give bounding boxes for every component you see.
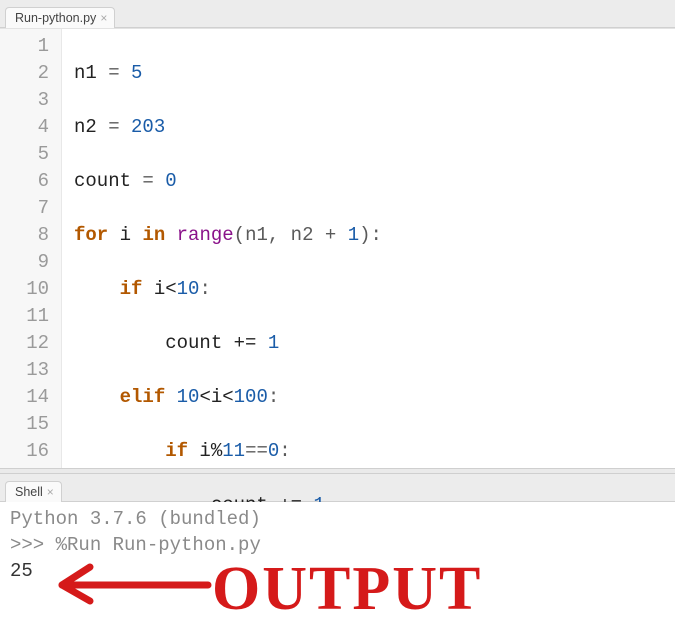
line-number: 12 (4, 330, 49, 357)
shell-tab[interactable]: Shell × (5, 481, 62, 502)
shell-banner: Python 3.7.6 (bundled) (10, 506, 669, 532)
code-line: count = 0 (74, 168, 669, 195)
shell-tab-label: Shell (15, 485, 43, 499)
line-number: 11 (4, 303, 49, 330)
code-line: count += 1 (74, 330, 669, 357)
code-line: for i in range(n1, n2 + 1): (74, 222, 669, 249)
code-editor[interactable]: 1 2 3 4 5 6 7 8 9 10 11 12 13 14 15 16 n… (0, 28, 675, 468)
shell-prompt: >>> (10, 534, 56, 556)
code-line: elif 10<i<100: (74, 384, 669, 411)
line-number: 8 (4, 222, 49, 249)
code-line: n2 = 203 (74, 114, 669, 141)
line-number: 13 (4, 357, 49, 384)
line-number: 6 (4, 168, 49, 195)
editor-tab-bar: Run-python.py × (0, 0, 675, 28)
line-number: 7 (4, 195, 49, 222)
line-number: 5 (4, 141, 49, 168)
line-number: 9 (4, 249, 49, 276)
code-line: if i<10: (74, 276, 669, 303)
editor-tab[interactable]: Run-python.py × (5, 7, 115, 28)
line-number: 2 (4, 60, 49, 87)
code-line: n1 = 5 (74, 60, 669, 87)
close-icon[interactable]: × (100, 12, 107, 24)
shell-magic: %Run Run-python.py (56, 534, 261, 556)
line-number: 10 (4, 276, 49, 303)
line-number-gutter: 1 2 3 4 5 6 7 8 9 10 11 12 13 14 15 16 (0, 29, 62, 468)
line-number: 16 (4, 438, 49, 465)
code-line: if i%11==0: (74, 438, 669, 465)
shell-output: 25 (10, 558, 669, 584)
editor-tab-label: Run-python.py (15, 11, 96, 25)
line-number: 14 (4, 384, 49, 411)
line-number: 1 (4, 33, 49, 60)
shell-command-line: >>> %Run Run-python.py (10, 532, 669, 558)
line-number: 15 (4, 411, 49, 438)
close-icon[interactable]: × (47, 486, 54, 498)
line-number: 3 (4, 87, 49, 114)
line-number: 4 (4, 114, 49, 141)
ide-window: Run-python.py × 1 2 3 4 5 6 7 8 9 10 11 … (0, 0, 675, 637)
code-area[interactable]: n1 = 5 n2 = 203 count = 0 for i in range… (62, 29, 675, 468)
shell-panel[interactable]: Python 3.7.6 (bundled) >>> %Run Run-pyth… (0, 502, 675, 637)
